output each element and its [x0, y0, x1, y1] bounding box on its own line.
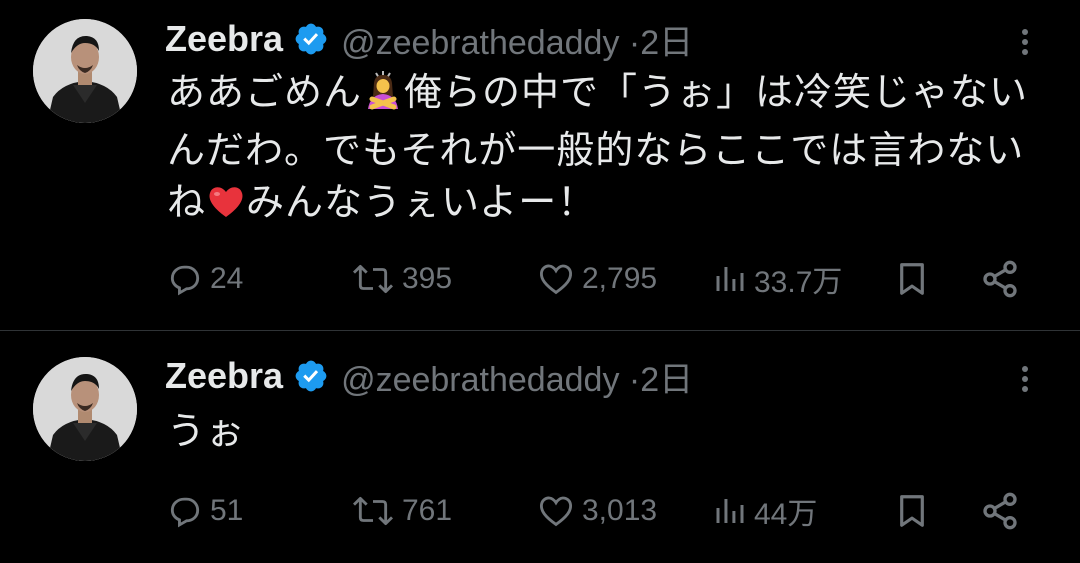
tweet[interactable]: Zeebra @zeebrathedaddy ·2日 うぉ 51 761 3,0… [0, 331, 1080, 563]
views-icon [712, 260, 748, 298]
repost-count: 761 [402, 494, 453, 527]
reply-count: 24 [210, 262, 244, 295]
share-icon [980, 259, 1020, 299]
bookmark-button[interactable] [893, 484, 931, 538]
reply-count: 51 [210, 494, 244, 527]
more-options-icon[interactable] [1015, 361, 1035, 401]
verified-badge-icon [293, 358, 329, 394]
share-icon [980, 491, 1020, 531]
author-handle[interactable]: @zeebrathedaddy ·2日 [341, 15, 693, 64]
verified-badge-icon [293, 21, 329, 57]
repost-icon [350, 260, 396, 298]
separator: · [628, 23, 641, 62]
share-button[interactable] [980, 252, 1020, 306]
timestamp[interactable]: 2日 [640, 361, 693, 399]
separator: · [628, 360, 641, 399]
action-bar: 24 395 2,795 33.7万 [0, 252, 1080, 306]
like-count: 3,013 [582, 494, 658, 527]
repost-button[interactable]: 395 [350, 252, 452, 306]
red-heart-emoji [206, 181, 246, 234]
repost-icon [350, 492, 396, 530]
author-name[interactable]: Zeebra [165, 355, 283, 397]
reply-button[interactable]: 51 [166, 484, 243, 538]
tweet-header: Zeebra @zeebrathedaddy ·2日 [165, 351, 693, 401]
reply-icon [166, 260, 204, 298]
avatar[interactable] [33, 357, 137, 461]
tweet-text: ああごめん 俺らの中で「うぉ」は冷笑じゃないんだわ。でもそれが一般的ならここでは… [167, 66, 1057, 234]
bookmark-icon [893, 491, 931, 531]
views-button[interactable]: 33.7万 [712, 252, 842, 306]
like-count: 2,795 [582, 262, 658, 295]
views-button[interactable]: 44万 [712, 484, 817, 538]
bookmark-button[interactable] [893, 252, 931, 306]
like-button[interactable]: 3,013 [536, 484, 657, 538]
tweet-text: うぉ [167, 409, 246, 453]
more-options-icon[interactable] [1015, 24, 1035, 64]
views-icon [712, 492, 748, 530]
repost-button[interactable]: 761 [350, 484, 452, 538]
bookmark-icon [893, 259, 931, 299]
person-gesturing-no-emoji [362, 69, 404, 124]
tweet-text-part: みんなうぇいよー！ [246, 180, 597, 224]
share-button[interactable] [980, 484, 1020, 538]
like-icon [536, 260, 576, 298]
handle-text[interactable]: @zeebrathedaddy [341, 24, 619, 62]
handle-text[interactable]: @zeebrathedaddy [341, 361, 619, 399]
tweet-text-part: ああごめん [167, 70, 363, 114]
timestamp[interactable]: 2日 [640, 24, 693, 62]
reply-button[interactable]: 24 [166, 252, 243, 306]
like-button[interactable]: 2,795 [536, 252, 657, 306]
action-bar: 51 761 3,013 44万 [0, 484, 1080, 538]
like-icon [536, 492, 576, 530]
repost-count: 395 [402, 262, 453, 295]
tweet-header: Zeebra @zeebrathedaddy ·2日 [165, 14, 693, 64]
tweet[interactable]: Zeebra @zeebrathedaddy ·2日 ああごめん 俺らの中で「う… [0, 0, 1080, 330]
reply-icon [166, 492, 204, 530]
views-count: 44万 [754, 498, 818, 531]
author-name[interactable]: Zeebra [165, 18, 283, 60]
author-handle[interactable]: @zeebrathedaddy ·2日 [341, 352, 693, 401]
avatar[interactable] [33, 19, 137, 123]
views-count: 33.7万 [754, 266, 843, 299]
